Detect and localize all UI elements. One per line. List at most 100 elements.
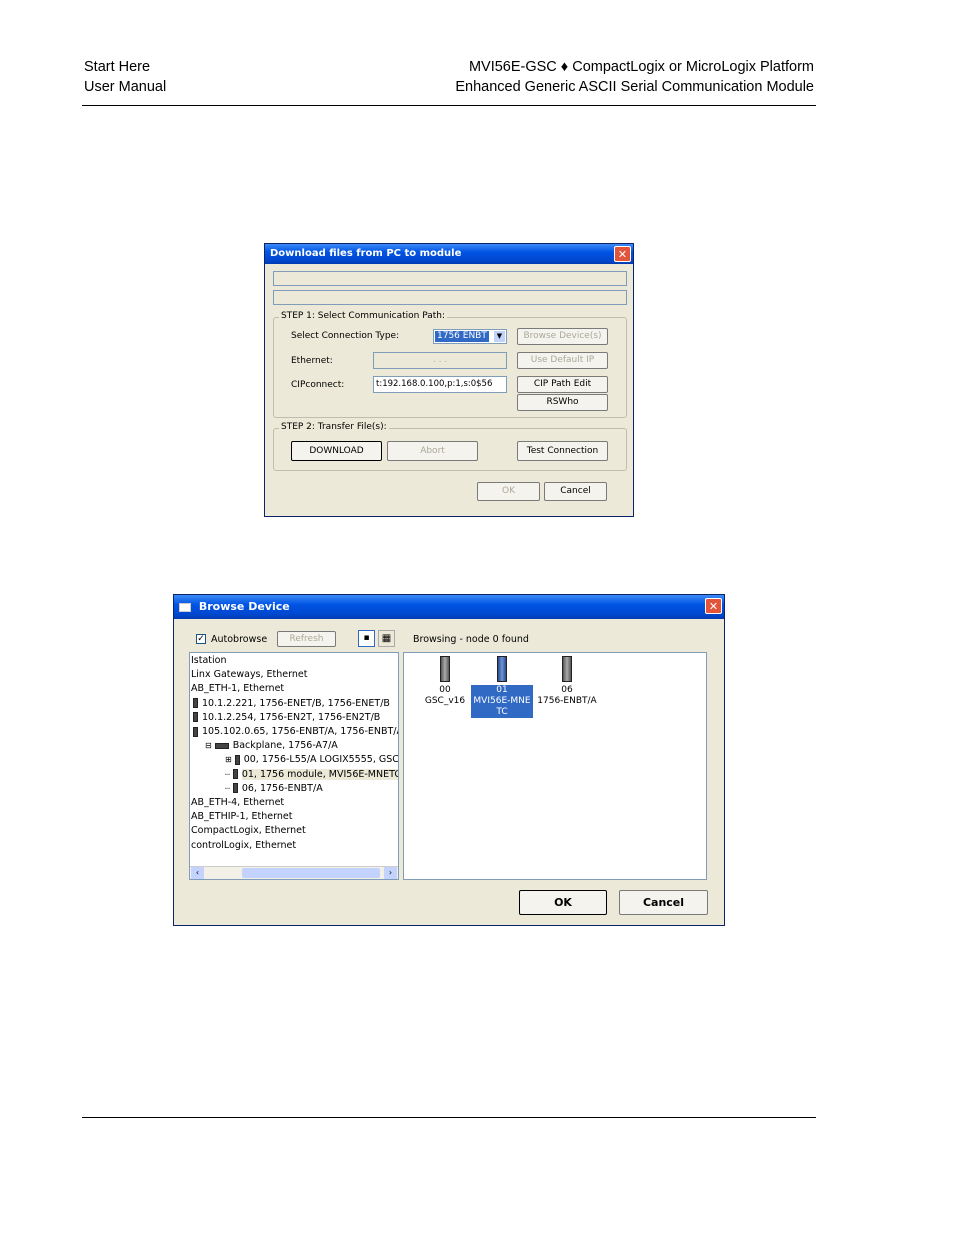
- tree-node-label: 105.102.0.65, 1756-ENBT/A, 1756-ENBT/A: [202, 726, 399, 737]
- tree-node-label: 06, 1756-ENBT/A: [241, 782, 323, 794]
- tree-node[interactable]: 10.1.2.254, 1756-EN2T, 1756-EN2T/B: [193, 711, 380, 725]
- header-rule: [82, 105, 816, 106]
- footer-rule: [82, 1117, 816, 1118]
- page-header-right: MVI56E-GSC ♦ CompactLogix or MicroLogix …: [455, 57, 814, 97]
- ok-button[interactable]: OK: [519, 890, 607, 915]
- tree-node-label: CompactLogix, Ethernet: [191, 825, 306, 837]
- test-connection-button[interactable]: Test Connection: [517, 441, 608, 461]
- module-icon: [562, 656, 572, 682]
- browse-devices-button[interactable]: Browse Device(s): [517, 328, 608, 345]
- module-icon: [497, 656, 507, 682]
- download-button[interactable]: DOWNLOAD: [291, 441, 382, 461]
- tree-node-label: Istation: [191, 655, 227, 666]
- window-icon: [179, 602, 191, 612]
- browse-dialog-title: Browse Device: [198, 600, 290, 613]
- backplane-icon: [214, 742, 229, 749]
- close-icon[interactable]: ✕: [705, 598, 722, 614]
- tree-node-label: controlLogix, Ethernet: [191, 839, 297, 851]
- device-name: 1756-ENBT/A: [537, 696, 597, 706]
- tree-node[interactable]: Linx Gateways, Ethernet: [191, 668, 307, 682]
- step2-title: STEP 2: Transfer File(s):: [279, 422, 389, 432]
- download-dialog: Download files from PC to module ✕ STEP …: [264, 243, 634, 517]
- browse-dialog-titlebar: Browse Device ✕: [174, 595, 724, 619]
- scroll-left-icon[interactable]: ‹: [191, 867, 204, 879]
- tree-node-label: 00, 1756-L55/A LOGIX5555, GSC_v16: [243, 754, 399, 766]
- device-slot: 01: [496, 685, 508, 695]
- close-icon[interactable]: ✕: [614, 246, 631, 262]
- device-item[interactable]: 06 1756-ENBT/A: [536, 656, 598, 707]
- header-product: MVI56E-GSC ♦ CompactLogix or MicroLogix …: [468, 59, 814, 75]
- cipconnect-field[interactable]: t:192.168.0.100,p:1,s:0$56: [373, 376, 507, 393]
- device-label: 06 1756-ENBT/A: [536, 685, 598, 707]
- horizontal-scrollbar[interactable]: ‹ ›: [190, 866, 398, 879]
- ethernet-label: Ethernet:: [291, 356, 333, 366]
- module-icon: [232, 783, 238, 794]
- tree-node-label: Backplane, 1756-A7/A: [232, 740, 338, 752]
- tree-node[interactable]: AB_ETH-1, Ethernet: [191, 682, 284, 696]
- header-doc-type: User Manual: [84, 79, 167, 95]
- cancel-button[interactable]: Cancel: [544, 482, 607, 501]
- tree-node[interactable]: ⊟ Backplane, 1756-A7/A: [205, 739, 338, 753]
- page-header-left: Start Here User Manual: [84, 57, 166, 97]
- browse-device-dialog: Browse Device ✕ ✓ Autobrowse Refresh ▪ ▦…: [173, 594, 725, 926]
- autobrowse-checkbox[interactable]: ✓: [196, 634, 206, 644]
- details-view-icon[interactable]: ▦: [378, 630, 395, 647]
- chevron-down-icon[interactable]: ▼: [494, 331, 505, 342]
- tree-node-label: AB_ETH-1, Ethernet: [191, 683, 285, 695]
- module-icon: [193, 698, 198, 709]
- device-item[interactable]: 00 GSC_v16: [414, 656, 476, 707]
- tree-node-label: Linx Gateways, Ethernet: [191, 669, 308, 681]
- connection-type-select[interactable]: 1756 ENBT ▼: [433, 329, 507, 344]
- tree-node-label: 10.1.2.221, 1756-ENET/B, 1756-ENET/B: [202, 697, 390, 709]
- autobrowse-label: Autobrowse: [211, 634, 268, 645]
- device-slot: 00: [439, 685, 451, 695]
- large-icons-view-icon[interactable]: ▪: [358, 630, 375, 647]
- cipconnect-label: CIPconnect:: [291, 380, 345, 390]
- scroll-right-icon[interactable]: ›: [384, 867, 397, 879]
- progress-bar-2: [273, 290, 627, 305]
- cancel-button[interactable]: Cancel: [619, 890, 708, 915]
- cip-path-edit-button[interactable]: CIP Path Edit: [517, 376, 608, 393]
- tree-node-label: AB_ETH-4, Ethernet: [191, 797, 285, 808]
- connection-type-value: 1756 ENBT: [435, 331, 489, 342]
- device-label: 00 GSC_v16: [414, 685, 476, 707]
- tree-node[interactable]: AB_ETH-4, Ethernet: [191, 796, 284, 810]
- module-icon: [193, 726, 198, 737]
- tree-line: ┈: [225, 783, 230, 793]
- tree-node[interactable]: ┈ 01, 1756 module, MVI56E-MNETC: [225, 768, 399, 782]
- tree-node[interactable]: AB_ETHIP-1, Ethernet: [191, 810, 292, 824]
- header-section-title: Start Here: [84, 59, 151, 75]
- module-icon: [193, 712, 198, 723]
- refresh-button[interactable]: Refresh: [277, 631, 336, 647]
- header-product-desc: Enhanced Generic ASCII Serial Communicat…: [455, 79, 814, 95]
- download-dialog-titlebar: Download files from PC to module ✕: [265, 244, 633, 264]
- device-item[interactable]: 01 MVI56E-MNETC: [471, 656, 533, 718]
- expand-icon[interactable]: ⊞: [225, 755, 232, 764]
- tree-node[interactable]: controlLogix, Ethernet: [191, 839, 296, 853]
- rswho-button[interactable]: RSWho: [517, 394, 608, 411]
- tree-node-label: 01, 1756 module, MVI56E-MNETC: [241, 768, 399, 780]
- module-icon: [234, 754, 240, 765]
- ethernet-ip-field[interactable]: . . .: [373, 352, 507, 369]
- device-name: MVI56E-MNETC: [473, 696, 531, 717]
- tree-node[interactable]: ⊞ 00, 1756-L55/A LOGIX5555, GSC_v16: [225, 753, 399, 767]
- tree-node[interactable]: 10.1.2.221, 1756-ENET/B, 1756-ENET/B: [193, 697, 390, 711]
- progress-bar-1: [273, 271, 627, 286]
- device-tree[interactable]: Istation Linx Gateways, Ethernet AB_ETH-1,…: [189, 652, 399, 880]
- tree-node[interactable]: 105.102.0.65, 1756-ENBT/A, 1756-ENBT/A: [193, 725, 399, 739]
- scroll-thumb[interactable]: [242, 868, 380, 878]
- device-name: GSC_v16: [424, 696, 466, 706]
- tree-node[interactable]: CompactLogix, Ethernet: [191, 824, 306, 838]
- use-default-ip-button[interactable]: Use Default IP: [517, 352, 608, 369]
- tree-node[interactable]: Istation: [191, 654, 227, 668]
- device-label: 01 MVI56E-MNETC: [471, 685, 533, 718]
- download-dialog-title: Download files from PC to module: [270, 248, 462, 259]
- device-list[interactable]: 00 GSC_v16 01 MVI56E-MNETC 06 1756-ENBT/A: [403, 652, 707, 880]
- browse-status-text: Browsing - node 0 found: [413, 634, 529, 645]
- tree-node[interactable]: ┈ 06, 1756-ENBT/A: [225, 782, 323, 796]
- ok-button[interactable]: OK: [477, 482, 540, 501]
- collapse-icon[interactable]: ⊟: [205, 741, 212, 750]
- abort-button[interactable]: Abort: [387, 441, 478, 461]
- tree-node-label: AB_ETHIP-1, Ethernet: [191, 811, 293, 823]
- module-icon: [232, 769, 238, 780]
